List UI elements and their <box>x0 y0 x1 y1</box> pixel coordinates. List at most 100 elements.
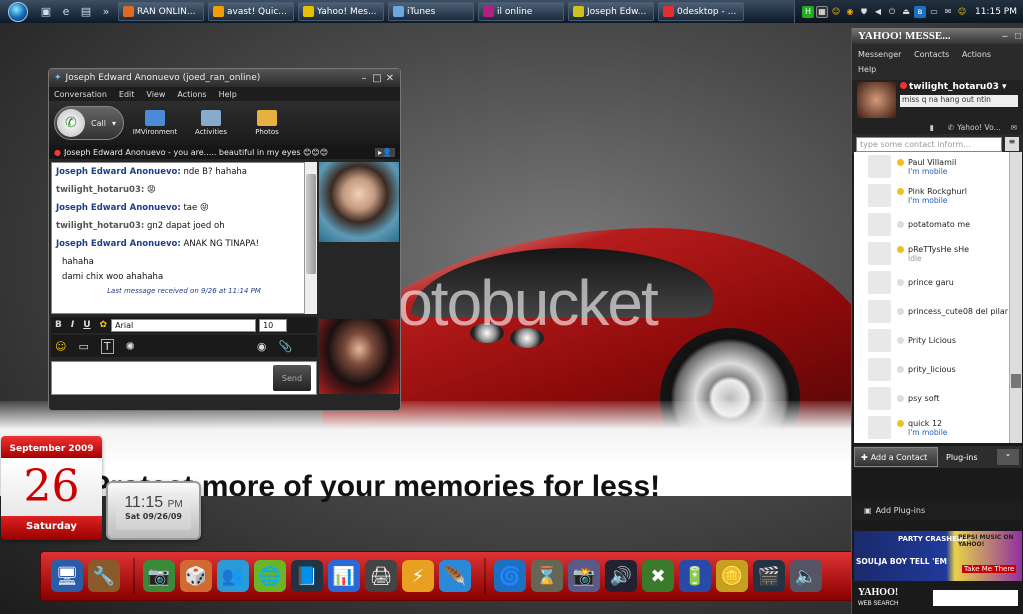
taskbar-button[interactable]: RAN ONLIN... <box>118 2 204 21</box>
taskbar-button[interactable]: iTunes <box>388 2 474 21</box>
shield-icon[interactable]: ⛊ <box>858 6 870 18</box>
ym-minimize-button[interactable]: – <box>1000 31 1010 42</box>
audible-icon[interactable]: ▭ <box>78 340 88 353</box>
calendar-widget[interactable]: September 2009 26 Saturday <box>1 436 102 540</box>
close-button[interactable]: ✕ <box>385 73 395 84</box>
printer-icon[interactable]: 🖨 <box>365 560 397 592</box>
call-button[interactable]: ✆ Call ▾ <box>54 106 124 140</box>
message-sender[interactable]: twilight_hotaru03: <box>56 221 144 231</box>
phone-icon[interactable]: ✆ <box>948 123 954 132</box>
menu-conversation[interactable]: Conversation <box>54 90 107 99</box>
conversation-scrollbar[interactable] <box>304 162 317 314</box>
contact-row[interactable]: prity_licious <box>854 355 1009 384</box>
usb-icon[interactable]: ⏏ <box>900 6 912 18</box>
excel-icon[interactable]: ✖ <box>642 560 674 592</box>
ym-voice-label[interactable]: Yahoo! Vo... <box>957 123 1001 132</box>
plugins-tab[interactable]: Plug-ins <box>938 453 997 462</box>
maximize-button[interactable]: □ <box>372 73 382 84</box>
ym-titlebar[interactable]: YAHOO! MESSE... – □ <box>852 28 1023 44</box>
buzz-icon[interactable]: ✺ <box>126 340 135 353</box>
ie-icon[interactable]: e <box>58 4 74 20</box>
message-sender[interactable]: twilight_hotaru03: <box>56 185 144 195</box>
dice-icon[interactable]: 🎲 <box>180 560 212 592</box>
coin-icon[interactable]: 🪙 <box>716 560 748 592</box>
start-button[interactable] <box>0 0 36 23</box>
hourglass-icon[interactable]: ⌛ <box>531 560 563 592</box>
photos-button[interactable]: Photos <box>242 110 292 136</box>
contact-row[interactable]: Pink Rockghurl I'm mobile <box>854 181 1009 210</box>
scrollbar-thumb[interactable] <box>306 174 316 274</box>
display-icon[interactable]: ▭ <box>928 6 940 18</box>
taskbar-button[interactable]: avast! Quic... <box>208 2 294 21</box>
scrollbar-thumb[interactable] <box>1011 374 1021 388</box>
contact-row[interactable]: prince garu <box>854 268 1009 297</box>
contact-list-scrollbar[interactable] <box>1009 152 1022 443</box>
bluetooth-icon[interactable]: ʙ <box>914 5 926 18</box>
book-icon[interactable]: 📘 <box>291 560 323 592</box>
web-search-input[interactable] <box>933 590 1018 606</box>
imvironment-button[interactable]: IMVironment <box>130 110 180 136</box>
avatar[interactable] <box>857 82 896 118</box>
ym-menu-help[interactable]: Help <box>858 65 876 74</box>
desktop-icon[interactable]: ▣ <box>38 4 54 20</box>
advertisement-banner[interactable]: PARTY CRASHERS SOULJA BOY TELL 'EM PEPSI… <box>854 531 1022 581</box>
overflow-chevron[interactable]: » <box>98 4 114 20</box>
folder-icon[interactable]: ▤ <box>78 4 94 20</box>
avast-icon[interactable]: ◉ <box>844 6 856 18</box>
contact-row[interactable]: Paul Villamil I'm mobile <box>854 152 1009 181</box>
menu-actions[interactable]: Actions <box>177 90 206 99</box>
menu-view[interactable]: View <box>146 90 165 99</box>
ym-menu-actions[interactable]: Actions <box>962 50 991 59</box>
globe-icon[interactable]: 🌐 <box>254 560 286 592</box>
contact-row[interactable]: princess_cute08 del pilar <box>854 297 1009 326</box>
contact-row[interactable]: pReTTysHe sHe Idle <box>854 239 1009 268</box>
list-view-icon[interactable]: ≡ <box>1005 137 1019 151</box>
winamp-icon[interactable]: ⚡ <box>402 560 434 592</box>
font-size-select[interactable]: 10 <box>259 318 288 332</box>
chevron-down-icon[interactable]: ▾ <box>112 119 116 128</box>
menu-edit[interactable]: Edit <box>119 90 135 99</box>
taskbar-button[interactable]: Joseph Edw... <box>568 2 654 21</box>
webcam-icon[interactable]: 📷 <box>143 560 175 592</box>
messenger-icon[interactable]: 👥 <box>217 560 249 592</box>
network-icon[interactable]: H <box>802 5 814 18</box>
taskbar-button[interactable]: 0desktop - ... <box>658 2 744 21</box>
send-button[interactable]: Send <box>273 365 311 391</box>
contact-row[interactable]: psy soft <box>854 384 1009 413</box>
text-style-icon[interactable]: T <box>100 338 114 354</box>
video-icon[interactable]: 🎬 <box>753 560 785 592</box>
record-icon[interactable]: ◉ <box>257 340 267 353</box>
minimize-button[interactable]: – <box>359 73 369 84</box>
computer-icon[interactable]: 🖥 <box>51 560 83 592</box>
ym-username[interactable]: twilight_hotaru03 <box>909 82 999 92</box>
underline-icon[interactable]: U <box>83 320 90 330</box>
ym-maximize-button[interactable]: □ <box>1013 31 1023 42</box>
app-icon[interactable]: ▦ <box>816 5 828 18</box>
feather-icon[interactable]: 🪶 <box>439 560 471 592</box>
chat-titlebar[interactable]: ✦ Joseph Edward Anonuevo (joed_ran_onlin… <box>49 69 400 87</box>
mobile-icon[interactable]: ▮ <box>930 123 934 132</box>
ad-cta[interactable]: Take Me There <box>962 565 1017 573</box>
camera-icon[interactable]: 📸 <box>568 560 600 592</box>
power-icon[interactable]: ⏻ <box>886 6 898 18</box>
contact-search-input[interactable]: type some contact inform... <box>856 136 1002 152</box>
message-sender[interactable]: Joseph Edward Anonuevo: <box>56 167 181 177</box>
add-contact-button[interactable]: ✚ Add a Contact <box>854 447 938 467</box>
font-family-select[interactable]: Arial <box>111 318 257 332</box>
ym-status-message[interactable]: miss q na hang out ntin <box>900 95 1018 107</box>
add-plugins-button[interactable]: ▣ Add Plug-ins <box>854 500 1022 520</box>
contact-row[interactable]: potatomato me <box>854 210 1009 239</box>
taskbar-clock[interactable]: 11:15 PM <box>975 7 1017 17</box>
clock-widget[interactable]: 11:15 PM Sat 09/26/09 <box>106 481 201 540</box>
mail-icon[interactable]: ✉ <box>1011 123 1017 132</box>
taskbar-button[interactable]: Yahoo! Mes... <box>298 2 384 21</box>
taskbar-button[interactable]: il online <box>478 2 564 21</box>
bold-icon[interactable]: B <box>55 320 62 330</box>
mail-icon[interactable]: ✉ <box>942 6 954 18</box>
ie-icon[interactable]: 🌀 <box>494 560 526 592</box>
italic-icon[interactable]: I <box>71 320 74 330</box>
sound-icon[interactable]: 🔈 <box>790 560 822 592</box>
contact-display-image[interactable] <box>319 162 399 242</box>
my-display-image[interactable] <box>319 319 399 394</box>
contact-list[interactable]: Paul Villamil I'm mobile Pink Rockghurl I'm… <box>854 152 1009 443</box>
